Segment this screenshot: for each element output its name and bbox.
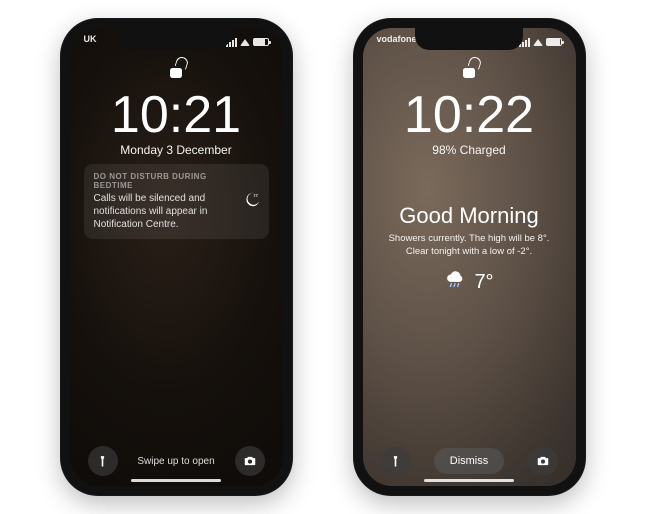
temperature: 7°: [474, 271, 493, 294]
lock-screen-left[interactable]: UK 10:21 Monday 3 December DO NOT DISTUR…: [70, 28, 283, 486]
phone-right: vodafone U 10:22 98% Charged Good Mornin…: [353, 18, 586, 496]
unlock-icon: [168, 58, 184, 78]
forecast-text: Showers currently. The high will be 8°. …: [379, 233, 560, 259]
wifi-icon: [533, 39, 543, 46]
greeting-title: Good Morning: [379, 203, 560, 229]
home-indicator[interactable]: [424, 479, 514, 483]
dnd-bedtime-card[interactable]: DO NOT DISTURB DURING BEDTIME Calls will…: [84, 164, 269, 239]
unlock-icon: [461, 58, 477, 78]
dnd-title: DO NOT DISTURB DURING BEDTIME: [94, 172, 235, 190]
flashlight-button[interactable]: [381, 446, 411, 476]
flashlight-button[interactable]: [88, 446, 118, 476]
moon-icon: zz: [243, 190, 261, 213]
good-morning-card: Good Morning Showers currently. The high…: [379, 203, 560, 297]
swipe-up-label: Swipe up to open: [137, 456, 214, 467]
svg-text:zz: zz: [253, 192, 258, 197]
flashlight-icon: [96, 455, 109, 468]
camera-button[interactable]: [235, 446, 265, 476]
charge-label: 98% Charged: [363, 143, 576, 157]
battery-icon: [253, 38, 269, 46]
flashlight-icon: [389, 455, 402, 468]
dismiss-label: Dismiss: [450, 455, 489, 467]
camera-icon: [243, 454, 257, 468]
rain-icon: [444, 269, 466, 297]
lock-screen-right[interactable]: vodafone U 10:22 98% Charged Good Mornin…: [363, 28, 576, 486]
clock-time: 10:21: [70, 89, 283, 141]
camera-icon: [536, 454, 550, 468]
phone-left: UK 10:21 Monday 3 December DO NOT DISTUR…: [60, 18, 293, 496]
notch: [415, 28, 523, 50]
clock-date: Monday 3 December: [70, 143, 283, 157]
carrier-label: UK: [84, 34, 97, 50]
dnd-body: Calls will be silenced and notifications…: [94, 192, 235, 231]
clock-time: 10:22: [363, 89, 576, 141]
battery-icon: [546, 38, 562, 46]
notch: [122, 28, 230, 50]
wifi-icon: [240, 39, 250, 46]
home-indicator[interactable]: [131, 479, 221, 483]
dismiss-button[interactable]: Dismiss: [434, 448, 505, 474]
camera-button[interactable]: [528, 446, 558, 476]
